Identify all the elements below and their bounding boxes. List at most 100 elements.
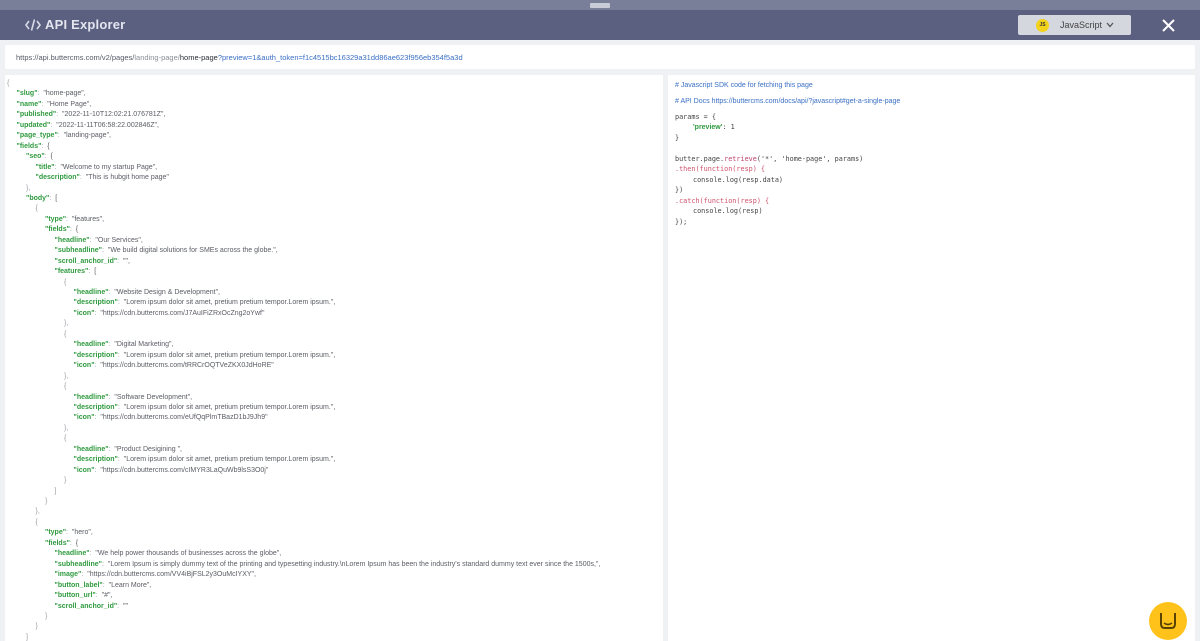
json-key: "description": [73, 403, 118, 411]
json-response-panel[interactable]: { "slug": "home-page", "name": "Home Page"…: [5, 75, 663, 641]
request-url[interactable]: https://api.buttercms.com/v2/pages/landi…: [5, 45, 1195, 69]
json-bracket: {: [7, 80, 10, 87]
json-value: "Our Services",: [95, 236, 143, 244]
json-key: "type": [45, 215, 67, 223]
json-line: "body": [: [26, 194, 57, 203]
json-key: "subheadline": [54, 247, 102, 255]
json-line: "title": "Welcome to my startup Page",: [36, 163, 158, 172]
json-key: "headline": [73, 445, 109, 453]
json-key: "icon": [73, 414, 95, 422]
json-value: [: [55, 194, 58, 202]
json-bracket: }: [35, 623, 38, 631]
code-line: console.log(resp): [693, 207, 763, 215]
json-line: "slug": "home-page",: [17, 89, 86, 98]
json-line: }: [64, 476, 66, 485]
json-line: "type": "hero",: [45, 528, 93, 537]
json-line: "description": "Lorem ipsum dolor sit am…: [74, 455, 336, 464]
json-value: {: [75, 539, 79, 547]
json-bracket: }: [64, 477, 67, 485]
code-comment: # Javascript SDK code for fetching this …: [675, 82, 813, 89]
json-line: ]: [55, 487, 57, 496]
code-line: }): [675, 186, 684, 194]
json-value: "We build digital solutions for SMEs acr…: [107, 247, 278, 255]
code-line: .catch(function(resp) {: [675, 197, 770, 205]
json-line: }: [45, 497, 47, 506]
json-line: "icon": "https://cdn.buttercms.com/J7AuI…: [74, 309, 265, 318]
json-key: "features": [54, 268, 89, 276]
json-line: "headline": "Digital Marketing",: [74, 340, 174, 349]
json-line: },: [64, 424, 68, 433]
json-value: "Lorem ipsum dolor sit amet, pretium pre…: [123, 403, 336, 411]
json-line: "button_url": "#",: [55, 591, 113, 600]
json-key: "description": [73, 299, 118, 307]
code-comment: # API Docs https://buttercms.com/docs/ap…: [675, 98, 901, 105]
window-title: API Explorer: [45, 17, 126, 32]
drag-handle-icon[interactable]: [590, 3, 610, 8]
sdk-code-panel[interactable]: # Javascript SDK code for fetching this …: [668, 75, 1195, 641]
json-key: "icon": [73, 309, 95, 317]
json-line: {: [36, 204, 38, 213]
json-key: "updated": [16, 121, 51, 129]
json-value: "Lorem ipsum dolor sit amet, pretium pre…: [123, 456, 336, 464]
json-key: "type": [45, 529, 67, 537]
code-args: ('*', 'home-page', params): [756, 155, 864, 163]
json-line: "features": [: [55, 267, 97, 276]
json-value: "https://cdn.buttercms.com/tRRCrOQTVeZKX…: [100, 362, 274, 370]
json-line: "fields": {: [45, 539, 78, 548]
json-value: "Lorem ipsum dolor sit amet, pretium pre…: [123, 299, 336, 307]
json-value: "",: [123, 257, 130, 265]
json-line: "headline": "Software Development",: [74, 393, 193, 402]
json-line: ]: [26, 633, 28, 641]
json-line: },: [64, 372, 68, 381]
json-line: {: [7, 79, 9, 88]
json-bracket: {: [35, 518, 38, 526]
language-select[interactable]: JS JavaScript: [1018, 15, 1131, 35]
json-value: "Lorem ipsum dolor sit amet, pretium pre…: [123, 351, 336, 359]
json-key: "page_type": [16, 132, 58, 140]
json-value: "#",: [101, 592, 113, 600]
json-bracket: }: [45, 612, 48, 620]
json-key: "icon": [73, 362, 95, 370]
json-value: "https://cdn.buttercms.com/cIMYR3LaQuWb9…: [100, 466, 269, 474]
code-line: 'preview': 1: [693, 123, 735, 132]
json-key: "scroll_anchor_id": [54, 602, 118, 610]
json-bracket: {: [64, 383, 67, 391]
json-line: "icon": "https://cdn.buttercms.com/cIMYR…: [74, 466, 269, 475]
js-badge-icon: JS: [1036, 18, 1049, 32]
json-value: "Home Page",: [47, 100, 92, 108]
code-line: .then(function(resp) {: [675, 165, 766, 173]
json-line: {: [64, 278, 66, 287]
json-line: "headline": "We help power thousands of …: [55, 549, 282, 558]
top-strip: [0, 0, 1200, 10]
json-line: },: [64, 319, 68, 328]
language-label: JavaScript: [1060, 20, 1103, 30]
json-value: "https://cdn.buttercms.com/J7AuIFiZRxOcZ…: [100, 309, 265, 317]
json-key: "body": [26, 194, 50, 202]
json-line: },: [36, 507, 40, 516]
json-key: "headline": [73, 393, 109, 401]
json-line: "name": "Home Page",: [17, 100, 92, 109]
json-line: {: [64, 382, 66, 391]
url-page-type: landing-page/: [134, 52, 180, 62]
json-key: "headline": [54, 236, 90, 244]
json-bracket: },: [64, 320, 69, 328]
json-key: "published": [16, 111, 57, 119]
code-line: }: [675, 134, 680, 142]
json-line: },: [26, 184, 30, 193]
json-line: {: [64, 330, 66, 339]
json-bracket: {: [64, 330, 67, 338]
json-value: "Learn More",: [108, 581, 152, 589]
chat-launcher-button[interactable]: [1149, 602, 1187, 640]
json-key: "seo": [26, 153, 45, 161]
code-line: });: [675, 218, 688, 226]
json-key: "description": [35, 174, 80, 182]
json-value: "home-page",: [43, 90, 86, 98]
json-value: "https://cdn.buttercms.com/eUfQqPlmTBazD…: [100, 414, 268, 422]
json-line: "button_label": "Learn More",: [55, 581, 152, 590]
json-line: "headline": "Product Desigining ",: [74, 445, 183, 454]
json-value: "Lorem Ipsum is simply dummy text of the…: [107, 560, 601, 568]
json-value: "Software Development",: [114, 393, 193, 401]
url-query: ?preview=1&auth_token=f1c4515bc16329a31d…: [217, 52, 463, 62]
json-bracket: {: [64, 278, 67, 286]
close-icon[interactable]: [1160, 17, 1177, 34]
